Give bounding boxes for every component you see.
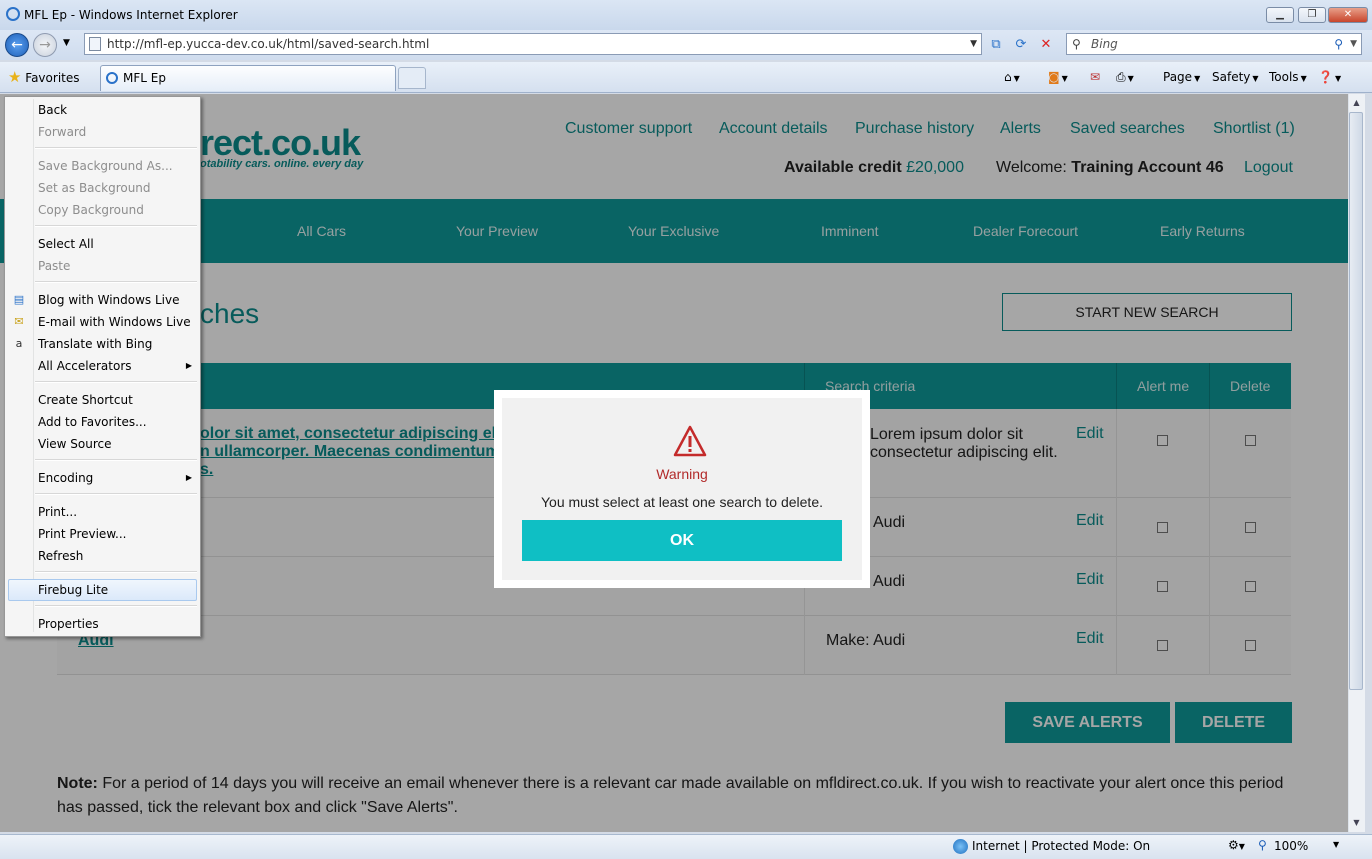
safety-menu[interactable]: Safety ▼ [1212, 68, 1259, 88]
menu-item-translate[interactable]: Translate with Bing [38, 333, 152, 355]
warning-dialog: Warning You must select at least one sea… [494, 390, 870, 588]
submenu-arrow-icon: ▶ [185, 361, 192, 370]
zoom-level[interactable]: 100% [1274, 839, 1308, 853]
address-toolbar: ← → ▼ http://mfl-ep.yucca-dev.co.uk/html… [0, 30, 1372, 60]
search-icon[interactable]: ⚲ [1334, 34, 1343, 54]
dialog-body: Warning You must select at least one sea… [502, 398, 862, 580]
refresh-icon[interactable]: ⟳ [1011, 35, 1031, 55]
search-placeholder: Bing [1091, 37, 1118, 51]
menu-item-refresh[interactable]: Refresh [38, 545, 83, 567]
address-input[interactable]: http://mfl-ep.yucca-dev.co.uk/html/saved… [84, 33, 982, 55]
windows-live-blog-icon: ▤ [13, 293, 25, 306]
menu-item-add-favorites[interactable]: Add to Favorites... [38, 411, 147, 433]
browser-tab[interactable]: MFL Ep [100, 65, 396, 91]
search-options-icon[interactable]: ▼ [1350, 34, 1357, 54]
menu-separator [35, 459, 197, 461]
zoom-dropdown-icon[interactable]: ▼ [1333, 840, 1339, 849]
zoom-icon: ⚲ [1258, 838, 1267, 852]
submenu-arrow-icon: ▶ [185, 473, 192, 482]
favorites-label: Favorites [25, 71, 80, 85]
menu-separator [35, 571, 197, 573]
ok-button[interactable]: OK [522, 520, 842, 561]
protected-mode-icon[interactable]: ⚙▼ [1228, 838, 1245, 852]
scroll-up-arrow-icon[interactable]: ▲ [1349, 95, 1364, 111]
ie-logo-icon [6, 7, 20, 21]
menu-separator [35, 381, 197, 383]
internet-zone-icon [953, 839, 968, 854]
search-input[interactable]: ⚲ Bing ⚲ ▼ [1066, 33, 1362, 55]
forward-button[interactable]: → [33, 33, 57, 57]
dialog-message: You must select at least one search to d… [541, 494, 823, 510]
read-mail-icon[interactable]: ✉ [1090, 68, 1100, 86]
menu-item-blog[interactable]: Blog with Windows Live [38, 289, 180, 311]
menu-separator [35, 281, 197, 283]
home-icon[interactable]: ⌂ ▼ [1004, 68, 1020, 88]
stop-icon[interactable]: ✕ [1036, 35, 1056, 55]
tab-title: MFL Ep [123, 71, 166, 85]
menu-item-email[interactable]: E-mail with Windows Live [38, 311, 191, 333]
warning-icon [673, 425, 707, 457]
security-zone-text[interactable]: Internet | Protected Mode: On [972, 839, 1150, 853]
menu-item-properties[interactable]: Properties [38, 613, 99, 635]
scrollbar-thumb[interactable] [1349, 112, 1363, 690]
favorites-button[interactable]: ★ Favorites [8, 67, 80, 87]
print-icon[interactable]: ⎙ ▼ [1116, 68, 1134, 88]
search-provider-icon: ⚲ [1072, 37, 1081, 51]
menu-item-create-shortcut[interactable]: Create Shortcut [38, 389, 133, 411]
back-button[interactable]: ← [5, 33, 29, 57]
help-icon[interactable]: ❓ ▼ [1318, 68, 1341, 88]
compatibility-view-icon[interactable]: ⧉ [986, 35, 1006, 55]
menu-item-save-background[interactable]: Save Background As... [38, 155, 173, 177]
menu-item-view-source[interactable]: View Source [38, 433, 112, 455]
page-menu-label: Page [1163, 70, 1193, 84]
menu-item-copy-background[interactable]: Copy Background [38, 199, 144, 221]
menu-separator [35, 147, 197, 149]
menu-item-set-background[interactable]: Set as Background [38, 177, 151, 199]
menu-item-forward[interactable]: Forward [38, 121, 86, 143]
windows-live-email-icon: ✉ [14, 315, 24, 328]
feeds-icon[interactable]: ◙ ▼ [1048, 68, 1068, 88]
tools-menu[interactable]: Tools ▼ [1269, 68, 1307, 88]
menu-separator [35, 493, 197, 495]
minimize-button[interactable]: ▁ [1266, 7, 1294, 23]
address-dropdown-icon[interactable]: ▼ [970, 34, 977, 54]
dialog-title: Warning [656, 466, 708, 482]
menu-item-firebug-lite[interactable]: Firebug Lite [38, 579, 108, 601]
translate-icon: a [15, 337, 23, 350]
star-icon: ★ [8, 68, 22, 86]
tools-menu-label: Tools [1269, 70, 1299, 84]
window-title-bar: MFL Ep - Windows Internet Explorer ▁ ❐ ✕ [0, 0, 1372, 30]
url-text: http://mfl-ep.yucca-dev.co.uk/html/saved… [107, 37, 430, 51]
menu-separator [35, 605, 197, 607]
tab-ie-icon [106, 72, 118, 84]
menu-item-select-all[interactable]: Select All [38, 233, 94, 255]
context-menu: Back Forward Save Background As... Set a… [4, 96, 201, 637]
menu-separator [35, 225, 197, 227]
page-icon [89, 37, 101, 51]
menu-item-paste[interactable]: Paste [38, 255, 70, 277]
menu-item-accelerators[interactable]: All Accelerators [38, 355, 132, 377]
close-window-button[interactable]: ✕ [1328, 7, 1368, 23]
maximize-button[interactable]: ❐ [1298, 7, 1326, 23]
favorites-bar: ★ Favorites MFL Ep ⌂ ▼ ◙ ▼ ✉ ⎙ ▼ Page ▼ Safe… [0, 62, 1372, 93]
status-bar: Internet | Protected Mode: On ⚙▼ ⚲ 100% … [0, 834, 1372, 859]
scroll-down-arrow-icon[interactable]: ▼ [1349, 815, 1364, 831]
menu-gutter [33, 99, 34, 632]
window-title: MFL Ep - Windows Internet Explorer [24, 8, 238, 22]
safety-menu-label: Safety [1212, 70, 1251, 84]
recent-pages-dropdown-icon[interactable]: ▼ [63, 38, 70, 48]
menu-item-print[interactable]: Print... [38, 501, 77, 523]
menu-item-back[interactable]: Back [38, 99, 67, 121]
new-tab-button[interactable] [398, 67, 426, 89]
menu-item-print-preview[interactable]: Print Preview... [38, 523, 126, 545]
menu-item-encoding[interactable]: Encoding [38, 467, 93, 489]
page-menu[interactable]: Page ▼ [1163, 68, 1200, 88]
